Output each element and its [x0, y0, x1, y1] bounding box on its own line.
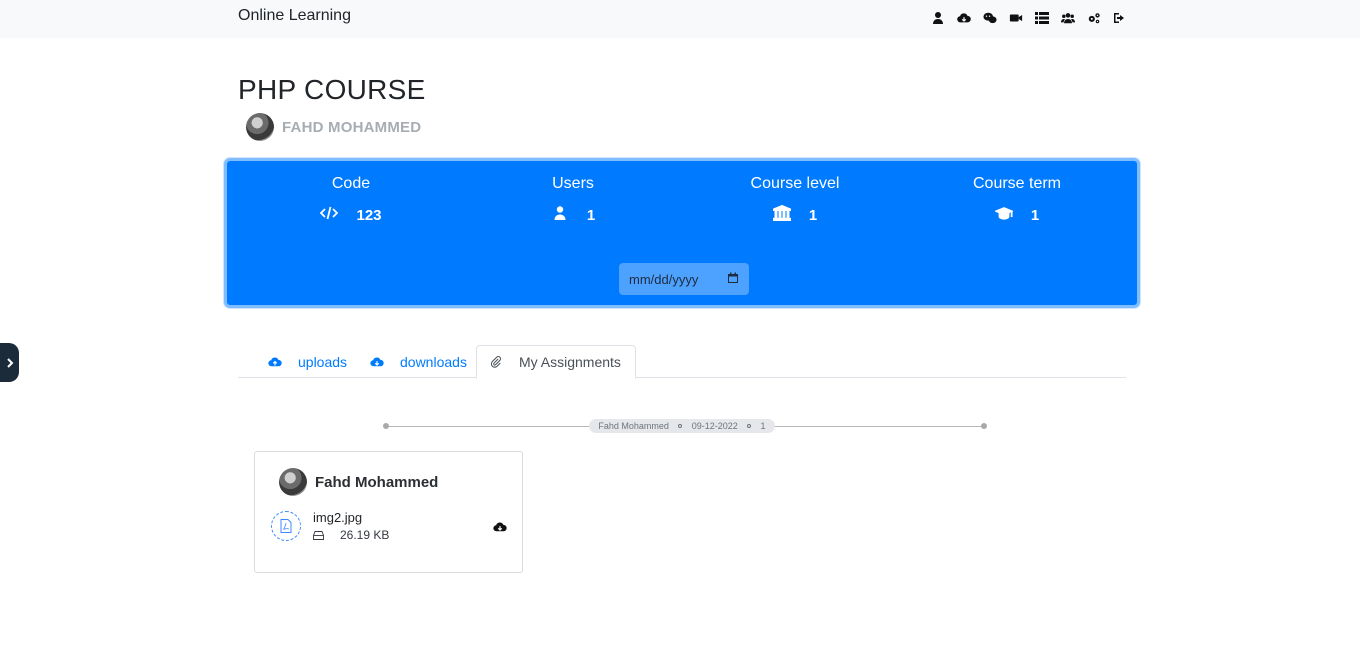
stat-code: Code 123 — [241, 175, 461, 225]
navbar-icons — [925, 9, 1133, 27]
stat-course-level: Course level 1 — [685, 175, 905, 225]
stat-value: 1 — [1030, 206, 1040, 224]
avatar — [246, 113, 274, 141]
timeline-count: 1 — [760, 421, 766, 431]
user-icon[interactable] — [925, 9, 951, 27]
date-input[interactable]: mm/dd/yyyy — [619, 263, 749, 295]
instructor-name: FAHD MOHAMMED — [282, 118, 422, 136]
avatar — [279, 468, 307, 496]
pdf-file-icon — [271, 511, 301, 541]
logout-icon[interactable] — [1107, 9, 1133, 27]
card-user-name: Fahd Mohammed — [315, 473, 439, 491]
separator-icon — [747, 424, 752, 428]
cloud-upload-icon — [268, 356, 282, 366]
stat-value: 1 — [586, 206, 596, 224]
file-size: 26.19 KB — [340, 528, 390, 542]
timeline-pill: Fahd Mohammed 09-12-2022 1 — [589, 419, 775, 433]
tab-uploads[interactable]: uploads — [268, 345, 347, 378]
timeline-date: 09-12-2022 — [691, 421, 738, 431]
separator-icon — [678, 424, 683, 428]
institution-icon — [772, 204, 791, 225]
tab-label: uploads — [298, 353, 348, 370]
stat-label: Course term — [972, 175, 1062, 192]
course-tabs: uploads downloads My Assignments — [238, 345, 1126, 379]
stat-value: 123 — [356, 206, 382, 224]
stat-course-term: Course term 1 — [907, 175, 1127, 225]
graduation-cap-icon — [993, 205, 1015, 225]
card-header: Fahd Mohammed — [279, 468, 438, 496]
video-icon[interactable] — [1003, 9, 1029, 27]
cloud-download-icon[interactable] — [951, 9, 977, 27]
instructor: FAHD MOHAMMED — [246, 113, 421, 141]
settings-icon[interactable] — [1081, 9, 1107, 27]
cloud-download-icon[interactable] — [493, 520, 507, 532]
timeline-name: Fahd Mohammed — [598, 421, 669, 431]
stat-value: 1 — [808, 206, 818, 224]
tab-downloads[interactable]: downloads — [370, 345, 467, 378]
brand-title[interactable]: Online Learning — [238, 7, 351, 25]
chat-icon[interactable] — [977, 9, 1003, 27]
chevron-right-icon — [6, 357, 13, 368]
timeline-start-dot — [383, 423, 389, 429]
file-name[interactable]: img2.jpg — [313, 510, 362, 525]
user-icon — [551, 205, 569, 225]
course-info-panel: Code 123 Users 1 Course level 1 Course t… — [224, 158, 1140, 308]
stat-users: Users 1 — [463, 175, 683, 225]
hdd-icon — [313, 530, 324, 540]
assignment-card: Fahd Mohammed img2.jpg 26.19 KB — [254, 451, 523, 573]
date-placeholder: mm/dd/yyyy — [629, 271, 699, 287]
stat-label: Code — [331, 175, 371, 192]
code-icon — [320, 205, 339, 225]
users-icon[interactable] — [1055, 9, 1081, 27]
calendar-icon[interactable] — [727, 272, 739, 287]
page-title: PHP COURSE — [238, 74, 426, 105]
sidebar-toggle[interactable] — [0, 343, 19, 382]
file-size-row: 26.19 KB — [313, 528, 389, 542]
tab-label: My Assignments — [519, 354, 621, 370]
stat-label: Users — [552, 175, 594, 192]
cloud-download-icon — [370, 356, 384, 366]
tab-label: downloads — [400, 353, 467, 370]
paperclip-icon — [490, 356, 501, 368]
top-navbar: Online Learning — [0, 0, 1360, 38]
list-icon[interactable] — [1029, 9, 1055, 27]
assignment-timeline: Fahd Mohammed 09-12-2022 1 — [383, 418, 987, 434]
tab-my-assignments[interactable]: My Assignments — [476, 345, 636, 379]
stat-label: Course level — [750, 175, 840, 192]
timeline-end-dot — [981, 423, 987, 429]
